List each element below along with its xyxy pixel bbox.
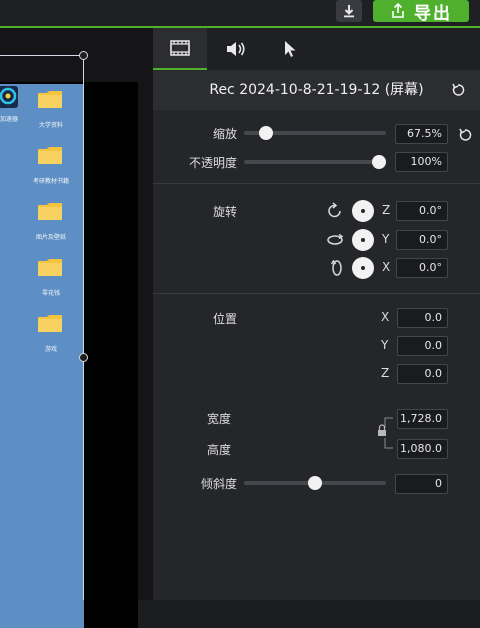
position-y-field[interactable]: 0.0 [397,336,448,356]
width-label: 宽度 [206,412,231,426]
position-x-axis-label: X [381,310,390,324]
position-z-field[interactable]: 0.0 [397,364,448,384]
properties-tabs [153,28,480,70]
rotate-x-field[interactable]: 0.0° [396,258,448,278]
selection-top-edge [0,55,84,56]
rotate-x-icon [330,259,342,276]
rotate-z-icon [328,202,341,218]
rotate-x-axis-label: X [382,260,391,274]
scale-slider-knob[interactable] [259,126,273,140]
folder-label: 考研教材书籍 [32,178,69,185]
section-divider [153,293,480,294]
opacity-label: 不透明度 [188,156,237,170]
rotate-y-field[interactable]: 0.0° [396,230,448,250]
opacity-field[interactable]: 100% [395,152,448,172]
skew-label: 倾斜度 [200,477,237,491]
clip-title: Rec 2024-10-8-21-19-12 (屏幕) [209,82,424,98]
position-z-axis-label: Z [381,366,390,380]
screen-recording-clip[interactable]: 加速器 大学资料 考研教材书籍 图片及壁纸 零花钱 游戏 [0,84,84,628]
folder-label: 大学资料 [38,122,63,129]
tab-visual-properties[interactable] [153,28,207,70]
folder-icon [38,315,62,332]
rotate-y-dial[interactable] [352,229,374,251]
folder-icon [38,203,62,220]
download-button[interactable] [336,0,362,22]
app-shortcut-label: 加速器 [0,116,19,123]
rotate-x-dial[interactable] [352,257,374,279]
folder-label: 零花钱 [41,290,60,297]
height-field[interactable]: 1,080.0 [397,439,448,459]
tab-cursor-properties[interactable] [263,28,317,70]
position-label: 位置 [212,312,237,326]
rotate-z-field[interactable]: 0.0° [396,201,448,221]
export-button[interactable]: 导出 [373,0,469,24]
position-y-axis-label: Y [381,338,389,352]
rotate-y-icon [327,233,344,245]
scale-reset-icon[interactable] [458,128,472,142]
preview-canvas[interactable]: 加速器 大学资料 考研教材书籍 图片及壁纸 零花钱 游戏 [0,28,153,628]
app-shortcut-icon[interactable] [0,86,18,108]
rotate-z-dial[interactable] [352,200,374,222]
rotation-label: 旋转 [212,205,237,219]
clip-title-bar: Rec 2024-10-8-21-19-12 (屏幕) [153,70,480,110]
rotate-z-axis-label: Z [382,203,391,217]
folder-label: 游戏 [44,346,57,353]
skew-field[interactable]: 0 [395,474,448,494]
download-arrow-icon [344,5,354,18]
aspect-lock-icon[interactable] [377,416,397,450]
cursor-icon [285,41,296,57]
folder-icon [38,147,62,164]
rotate-y-axis-label: Y [382,232,390,246]
width-field[interactable]: 1,728.0 [397,409,448,429]
folder-icon [38,91,62,108]
film-icon [170,40,190,56]
scale-label: 缩放 [212,127,237,141]
folder-label: 图片及壁纸 [35,234,66,241]
section-divider [153,183,480,184]
share-export-icon [392,3,404,18]
resize-handle-top-right[interactable] [79,51,88,60]
skew-slider-knob[interactable] [308,476,322,490]
audio-icon [227,42,245,56]
top-toolbar: 导出 [0,0,480,26]
export-label: 导出 [414,3,452,24]
tab-audio-properties[interactable] [209,28,263,70]
height-label: 高度 [206,443,231,457]
opacity-slider-track[interactable] [244,160,386,164]
properties-panel: Rec 2024-10-8-21-19-12 (屏幕) 缩放 67.5% 不透明… [153,28,480,600]
selection-right-edge [83,55,84,600]
position-x-field[interactable]: 0.0 [397,308,448,328]
folder-icon [38,259,62,276]
resize-handle-right[interactable] [79,353,88,362]
opacity-slider-knob[interactable] [372,155,386,169]
reset-all-icon[interactable] [451,83,465,97]
scale-field[interactable]: 67.5% [395,124,448,144]
